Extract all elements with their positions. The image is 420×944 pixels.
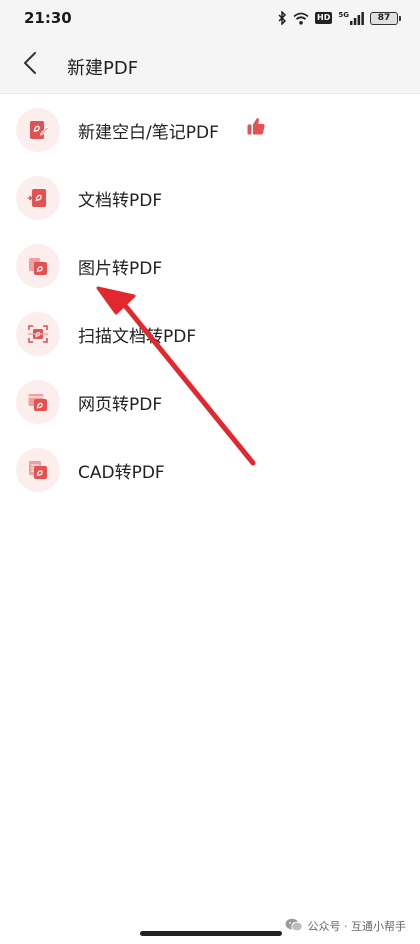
menu-item-label: 图片转PDF xyxy=(78,259,163,279)
page-title: 新建PDF xyxy=(67,58,139,79)
status-bar: 21:30 HD 5G 87 xyxy=(0,0,420,36)
menu-item-label: 网页转PDF xyxy=(78,395,163,415)
hd-icon: HD xyxy=(315,12,333,24)
network-type: 5G xyxy=(338,10,349,19)
menu-item-scan-to-pdf[interactable]: 扫描文档转PDF xyxy=(0,298,420,366)
signal-icon: 5G xyxy=(338,10,364,25)
battery-level: 87 xyxy=(377,13,391,23)
menu-item-label: 扫描文档转PDF xyxy=(78,327,197,347)
doc-to-pdf-icon xyxy=(16,176,60,220)
image-to-pdf-icon xyxy=(16,244,60,288)
menu-item-new-blank-pdf[interactable]: 新建空白/笔记PDF xyxy=(0,94,420,162)
menu-item-cad-to-pdf[interactable]: CAD转PDF xyxy=(0,434,420,502)
menu-item-web-to-pdf[interactable]: 网页转PDF xyxy=(0,366,420,434)
menu-item-doc-to-pdf[interactable]: 文档转PDF xyxy=(0,162,420,230)
chevron-left-icon xyxy=(23,52,37,78)
bluetooth-icon xyxy=(277,11,287,25)
menu-item-image-to-pdf[interactable]: 图片转PDF xyxy=(0,230,420,298)
battery-icon: 87 xyxy=(370,11,401,25)
web-to-pdf-icon xyxy=(16,380,60,424)
cad-to-pdf-icon xyxy=(16,448,60,492)
menu-item-label: CAD转PDF xyxy=(78,463,165,483)
watermark: 公众号 · 互通小帮手 xyxy=(285,917,407,935)
app-header: 新建PDF xyxy=(0,36,420,94)
status-icons: HD 5G 87 xyxy=(277,9,401,27)
wechat-icon xyxy=(285,918,303,935)
watermark-text: 公众号 · 互通小帮手 xyxy=(307,920,407,933)
pdf-note-icon xyxy=(16,108,60,152)
thumbs-up-icon xyxy=(246,116,266,140)
menu-item-label: 文档转PDF xyxy=(78,191,163,211)
wifi-icon xyxy=(293,12,309,25)
menu-item-label: 新建空白/笔记PDF xyxy=(78,123,219,143)
home-indicator[interactable] xyxy=(140,931,282,936)
scan-to-pdf-icon xyxy=(16,312,60,356)
status-time: 21:30 xyxy=(24,9,72,27)
back-button[interactable] xyxy=(12,47,48,83)
